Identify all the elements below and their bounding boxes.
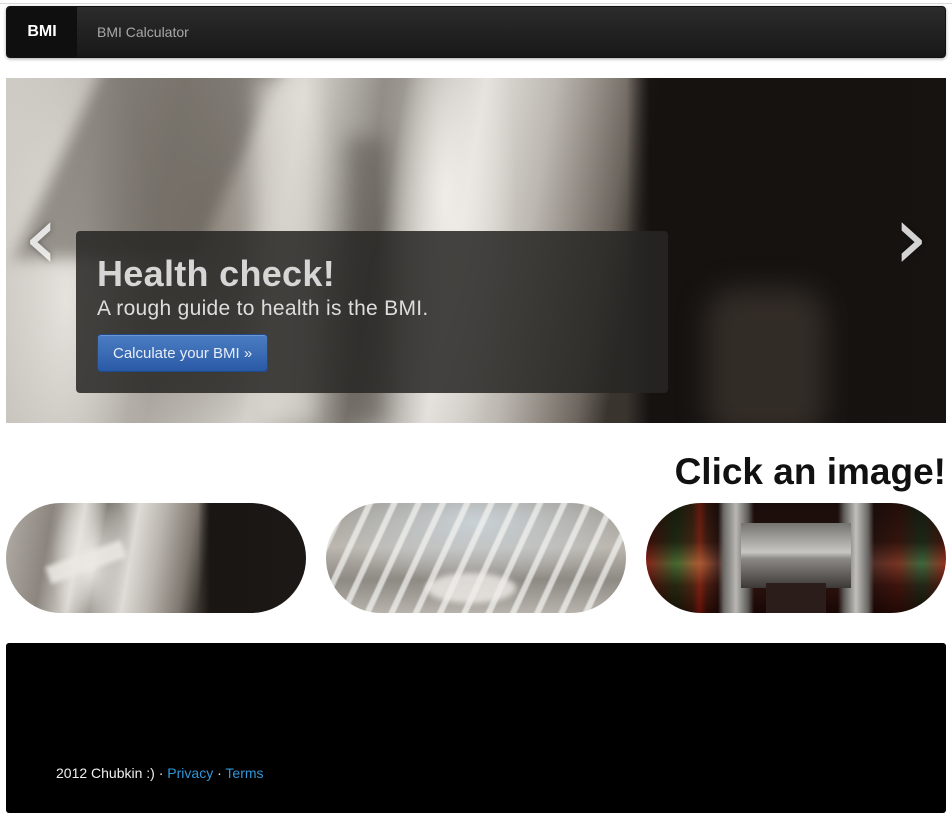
hero-carousel: ‹ › Health check! A rough guide to healt… — [6, 78, 946, 423]
gallery-image-3[interactable] — [646, 503, 946, 613]
navbar: BMI BMI Calculator — [6, 6, 946, 58]
gallery-image-2[interactable] — [326, 503, 626, 613]
calculate-bmi-button[interactable]: Calculate your BMI » — [97, 334, 269, 372]
carousel-image-shade — [706, 288, 826, 423]
nav-link-bmi-calculator[interactable]: BMI Calculator — [97, 24, 189, 40]
terms-link[interactable]: Terms — [225, 765, 263, 781]
privacy-link[interactable]: Privacy — [167, 765, 213, 781]
chevron-right-icon[interactable]: › — [886, 193, 936, 283]
footer-text: 2012 Chubkin :) · Privacy · Terms — [56, 765, 264, 781]
gallery-image-1[interactable] — [6, 503, 306, 613]
footer: 2012 Chubkin :) · Privacy · Terms — [6, 643, 946, 813]
top-edge — [0, 0, 952, 4]
separator: · — [217, 765, 222, 781]
brand-link[interactable]: BMI — [7, 7, 77, 57]
chevron-left-icon[interactable]: ‹ — [16, 193, 66, 283]
caption-heading: Health check! — [97, 253, 335, 294]
gallery-heading: Click an image! — [674, 451, 946, 492]
carousel-caption: Health check! A rough guide to health is… — [76, 231, 668, 393]
caption-text: A rough guide to health is the BMI. — [97, 297, 429, 320]
separator: · — [158, 765, 164, 781]
copyright-text: 2012 Chubkin :) — [56, 765, 155, 781]
